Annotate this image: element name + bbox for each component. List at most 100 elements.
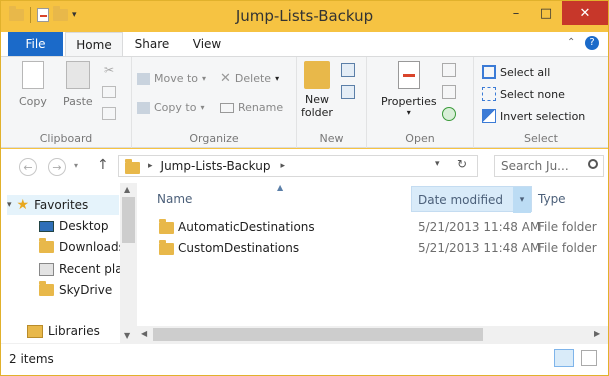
chevron-down-icon[interactable]: ▾: [513, 187, 531, 213]
copy-to-label: Copy to: [154, 101, 197, 114]
copy-label: Copy: [19, 95, 47, 108]
horizontal-scroll-thumb[interactable]: [153, 328, 483, 341]
folder-icon: [159, 240, 174, 255]
paste-icon: [65, 61, 90, 89]
chevron-down-icon: ▾: [200, 103, 205, 112]
breadcrumb-chevron-icon[interactable]: ▸: [280, 161, 285, 171]
close-button[interactable]: ✕: [562, 1, 608, 25]
libraries-label: Libraries: [48, 324, 100, 338]
recent-places-icon: [39, 262, 54, 276]
file-date: 5/21/2013 11:48 AM: [418, 241, 541, 255]
file-name: CustomDestinations: [178, 241, 300, 255]
history-icon[interactable]: [442, 107, 456, 121]
downloads-icon: [39, 238, 54, 253]
tab-home[interactable]: Home: [65, 32, 123, 56]
easy-access-icon[interactable]: [341, 85, 355, 99]
copy-to-button[interactable]: Copy to ▾: [137, 101, 204, 114]
libraries-icon: [27, 324, 43, 338]
rename-button[interactable]: Rename: [220, 101, 283, 114]
ribbon: Copy Paste ✂ Clipboard Move to ▾ Copy to…: [1, 56, 608, 148]
maximize-button[interactable]: □: [531, 1, 561, 25]
copy-path-icon[interactable]: [102, 86, 116, 98]
scroll-right-icon[interactable]: ▶: [594, 329, 600, 338]
file-date: 5/21/2013 11:48 AM: [418, 220, 541, 234]
skydrive-icon: [39, 281, 54, 296]
move-to-button[interactable]: Move to ▾: [137, 72, 206, 85]
file-type: File folder: [538, 220, 597, 234]
tab-view[interactable]: View: [181, 32, 233, 56]
open-group: Properties ▾ Open: [367, 57, 474, 148]
paste-shortcut-icon[interactable]: [102, 107, 116, 120]
arrow-right-icon: →: [52, 160, 62, 174]
edit-icon[interactable]: [442, 85, 456, 99]
chevron-up-icon[interactable]: ⌃: [567, 37, 575, 48]
favorites-label: Favorites: [34, 198, 89, 212]
delete-button[interactable]: ✕ Delete ▾: [220, 71, 279, 86]
scroll-up-icon[interactable]: ▲: [124, 185, 130, 194]
scroll-down-icon[interactable]: ▼: [124, 331, 130, 340]
horizontal-scrollbar[interactable]: ◀ ▶: [137, 326, 608, 343]
select-none-icon: [482, 87, 496, 101]
column-date-modified[interactable]: Date modified ▾: [411, 186, 532, 213]
select-none-label: Select none: [500, 87, 565, 101]
table-row[interactable]: CustomDestinations 5/21/2013 11:48 AM Fi…: [137, 238, 608, 259]
folder-icon: [159, 219, 174, 234]
tab-share[interactable]: Share: [123, 32, 181, 56]
skydrive-label: SkyDrive: [59, 283, 113, 297]
search-icon: [588, 159, 598, 169]
column-name[interactable]: Name: [157, 186, 407, 212]
refresh-icon[interactable]: ↻: [457, 157, 467, 171]
column-type[interactable]: Type: [538, 186, 598, 212]
recent-places-label: Recent plac: [59, 262, 123, 276]
select-all-icon: [482, 65, 496, 79]
new-folder-label-line1: New: [304, 93, 329, 106]
details-view-icon[interactable]: [554, 349, 574, 367]
nav-scroll-thumb[interactable]: [122, 197, 135, 243]
column-date-label: Date modified: [418, 193, 504, 207]
organize-group: Move to ▾ Copy to ▾ ✕ Delete ▾ Rename Or…: [132, 57, 297, 148]
tab-file[interactable]: File: [8, 32, 63, 56]
properties-button[interactable]: Properties ▾: [381, 61, 437, 117]
select-label: Select: [524, 132, 558, 145]
recent-locations-icon[interactable]: ▾: [74, 161, 78, 170]
new-folder-icon: [303, 61, 330, 89]
delete-icon: ✕: [220, 71, 231, 86]
scroll-left-icon[interactable]: ◀: [141, 329, 147, 338]
new-item-icon[interactable]: [341, 63, 355, 77]
organize-label: Organize: [189, 132, 239, 145]
rename-icon: [220, 102, 234, 113]
select-all-button[interactable]: Select all: [482, 65, 550, 79]
cut-icon[interactable]: ✂: [104, 63, 114, 77]
history-dropdown-icon[interactable]: ▾: [435, 159, 440, 169]
breadcrumb-path[interactable]: Jump-Lists-Backup: [161, 159, 271, 173]
navigation-pane: ▾ ★ Favorites Desktop Downloads Recent p…: [1, 183, 137, 343]
nav-favorites[interactable]: ▾ ★ Favorites: [7, 195, 119, 215]
search-input[interactable]: Search Ju...: [501, 159, 569, 173]
large-icons-view-icon[interactable]: [581, 350, 597, 366]
arrow-left-icon: ←: [23, 160, 33, 174]
invert-selection-label: Invert selection: [500, 109, 586, 123]
clipboard-group: Copy Paste ✂ Clipboard: [1, 57, 132, 148]
new-folder-button[interactable]: New folder: [301, 61, 333, 119]
invert-selection-button[interactable]: Invert selection: [482, 109, 585, 123]
paste-button[interactable]: Paste: [63, 61, 93, 108]
back-button[interactable]: ←: [19, 158, 37, 176]
new-label: New: [319, 132, 344, 145]
title-bar: ▾ Jump-Lists-Backup – □ ✕: [1, 1, 608, 32]
clipboard-label: Clipboard: [39, 132, 93, 145]
breadcrumb-chevron-icon[interactable]: ▸: [148, 161, 153, 171]
address-box[interactable]: ▸ Jump-Lists-Backup ▸ ▾ ↻: [118, 155, 478, 177]
select-none-button[interactable]: Select none: [482, 87, 565, 101]
copy-icon: [21, 61, 44, 89]
nav-scrollbar[interactable]: ▲ ▼: [120, 183, 137, 343]
minimize-button[interactable]: –: [501, 1, 531, 25]
help-icon[interactable]: ?: [585, 36, 599, 50]
delete-label: Delete: [234, 72, 272, 85]
copy-button[interactable]: Copy: [19, 61, 47, 108]
open-icon[interactable]: [442, 63, 456, 77]
table-row[interactable]: AutomaticDestinations 5/21/2013 11:48 AM…: [137, 217, 608, 238]
folder-icon: [125, 158, 140, 174]
search-box[interactable]: Search Ju...: [494, 155, 604, 177]
up-button[interactable]: ↑: [97, 157, 109, 173]
forward-button[interactable]: →: [48, 158, 66, 176]
